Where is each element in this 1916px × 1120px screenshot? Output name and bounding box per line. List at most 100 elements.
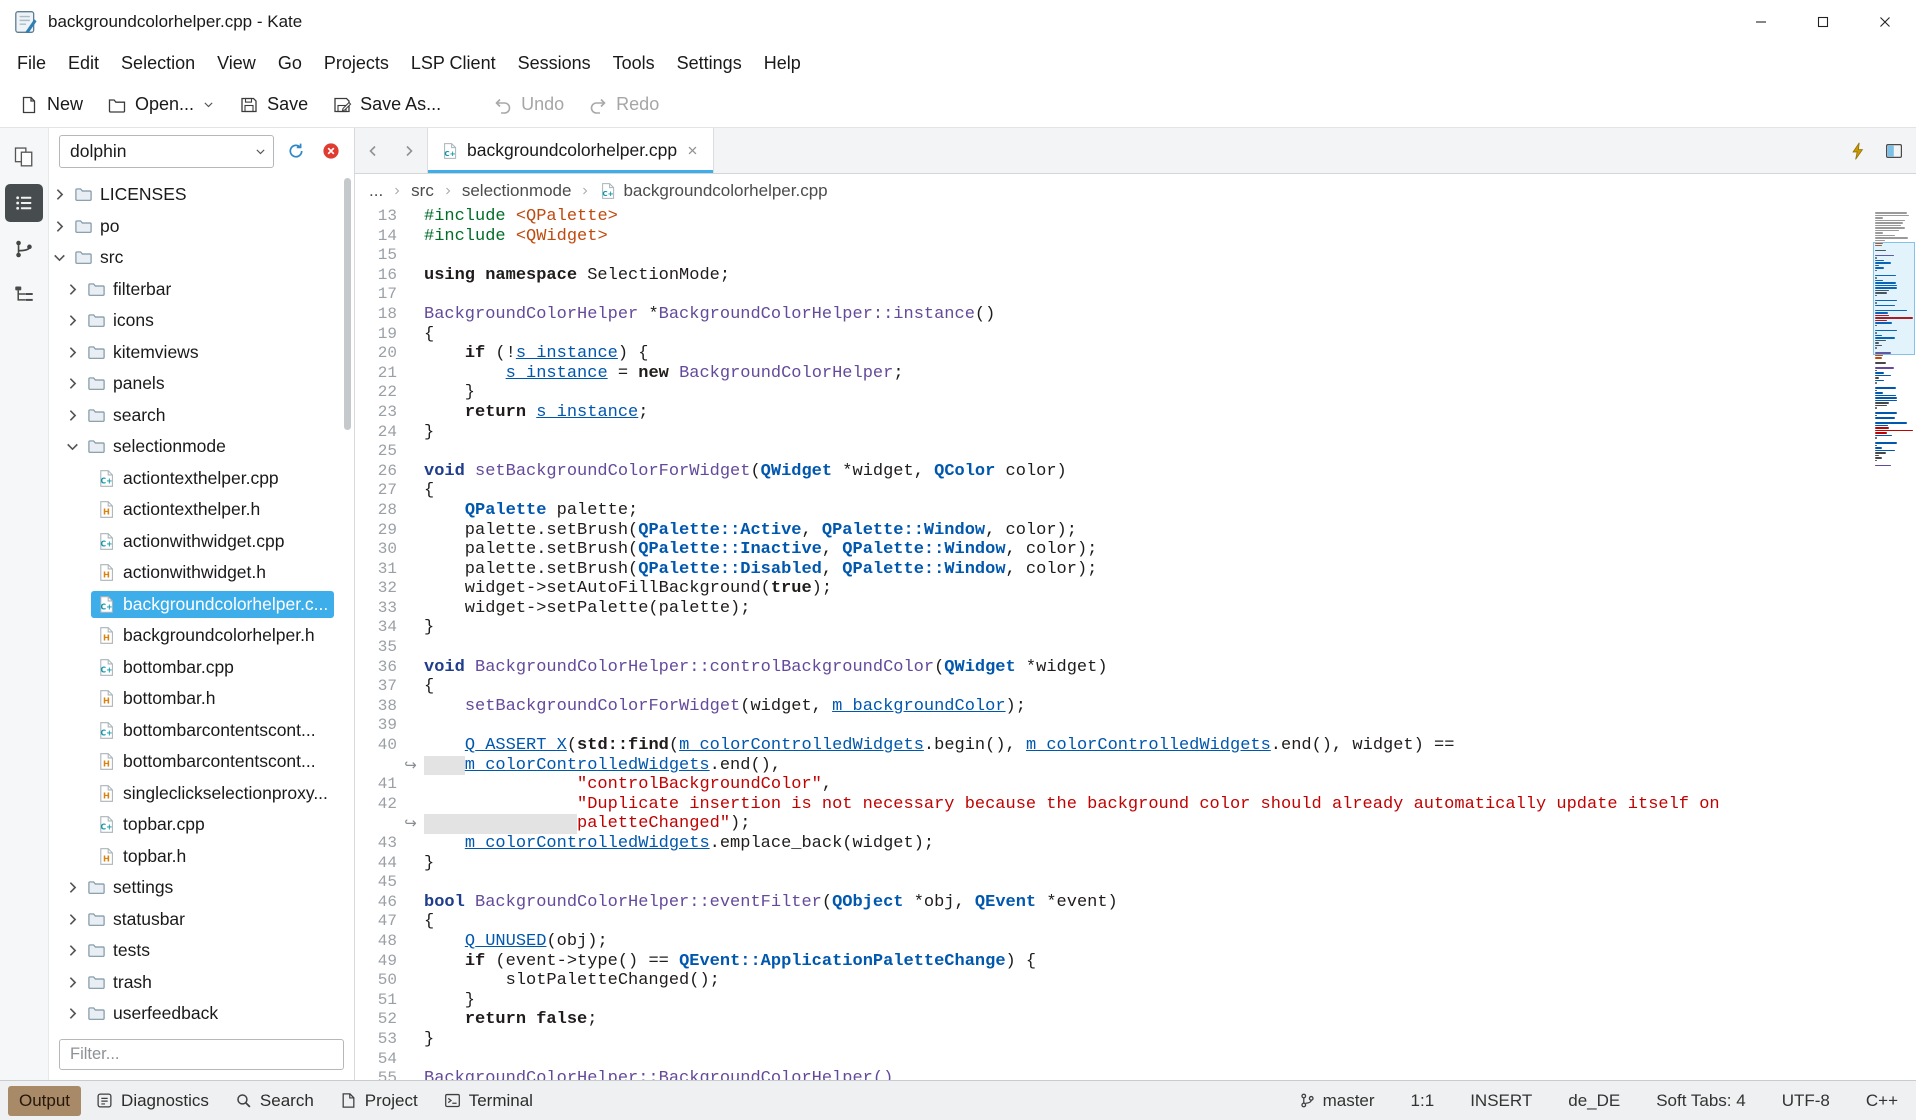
tree-item[interactable]: trash	[49, 967, 354, 999]
collapse-arrow-icon[interactable]	[51, 249, 68, 266]
tree-item[interactable]: Hactionwithwidget.h	[49, 557, 354, 589]
minimap-viewport[interactable]	[1873, 242, 1915, 355]
code-line[interactable]: 53}	[355, 1030, 1872, 1050]
code-area[interactable]: 13#include <QPalette>14#include <QWidget…	[355, 207, 1916, 1080]
undo-button[interactable]: Undo	[482, 87, 575, 122]
code-line[interactable]: 49 if (event->type() == QEvent::Applicat…	[355, 952, 1872, 972]
toolview-diagnostics-button[interactable]: Diagnostics	[85, 1086, 220, 1116]
toolview-vcs-button[interactable]	[5, 230, 43, 268]
menu-view[interactable]: View	[206, 48, 267, 79]
code-line[interactable]: 46bool BackgroundColorHelper::eventFilte…	[355, 893, 1872, 913]
code-line[interactable]: 19{	[355, 325, 1872, 345]
expand-arrow-icon[interactable]	[51, 218, 68, 235]
menu-lsp-client[interactable]: LSP Client	[400, 48, 507, 79]
code-line[interactable]: 24}	[355, 423, 1872, 443]
dictionary[interactable]: de_DE	[1568, 1091, 1620, 1111]
save-as-button[interactable]: Save As...	[321, 87, 452, 122]
tree-item[interactable]: statusbar	[49, 904, 354, 936]
code-line[interactable]: 13#include <QPalette>	[355, 207, 1872, 227]
expand-arrow-icon[interactable]	[64, 281, 81, 298]
code-line[interactable]: 32 widget->setAutoFillBackground(true);	[355, 579, 1872, 599]
tree-item[interactable]: C+actiontexthelper.cpp	[49, 463, 354, 495]
tree-item[interactable]: Hbackgroundcolorhelper.h	[49, 620, 354, 652]
tree-item[interactable]: LICENSES	[49, 179, 354, 211]
tree-item[interactable]: C+bottombar.cpp	[49, 652, 354, 684]
expand-arrow-icon[interactable]	[64, 879, 81, 896]
code-line[interactable]: 30 palette.setBrush(QPalette::Inactive, …	[355, 540, 1872, 560]
code-line[interactable]: 36void BackgroundColorHelper::controlBac…	[355, 658, 1872, 678]
code-line[interactable]: 25	[355, 442, 1872, 462]
input-mode[interactable]: INSERT	[1470, 1091, 1532, 1111]
maximize-button[interactable]	[1792, 0, 1854, 44]
code-line[interactable]: 14#include <QWidget>	[355, 227, 1872, 247]
tree-item[interactable]: filterbar	[49, 274, 354, 306]
tree-item[interactable]: userfeedback	[49, 998, 354, 1030]
new-button[interactable]: New	[8, 87, 94, 122]
expand-arrow-icon[interactable]	[64, 974, 81, 991]
split-view-icon[interactable]	[1884, 141, 1904, 161]
code-line[interactable]: 51 }	[355, 991, 1872, 1011]
code-line[interactable]: 31 palette.setBrush(QPalette::Disabled, …	[355, 560, 1872, 580]
breadcrumb-selectionmode[interactable]: selectionmode	[462, 181, 572, 201]
tree-item[interactable]: Hbottombarcontentscont...	[49, 746, 354, 778]
toolview-documents-button[interactable]	[5, 138, 43, 176]
code-line[interactable]: 27{	[355, 481, 1872, 501]
tab-forward-button[interactable]	[391, 128, 427, 173]
code-line[interactable]: 21 s_instance = new BackgroundColorHelpe…	[355, 364, 1872, 384]
breadcrumb-collapsed[interactable]: ...	[369, 181, 383, 201]
highlight-mode[interactable]: C++	[1866, 1091, 1898, 1111]
menu-projects[interactable]: Projects	[313, 48, 400, 79]
toolview-output-button[interactable]: Output	[8, 1086, 81, 1116]
code-line[interactable]: 44}	[355, 854, 1872, 874]
expand-arrow-icon[interactable]	[64, 911, 81, 928]
menu-sessions[interactable]: Sessions	[507, 48, 602, 79]
code-line[interactable]: 37{	[355, 677, 1872, 697]
lightning-icon[interactable]	[1848, 141, 1868, 161]
tree-item[interactable]: po	[49, 211, 354, 243]
toolview-terminal-button[interactable]: Terminal	[433, 1086, 544, 1116]
code-line[interactable]: 33 widget->setPalette(palette);	[355, 599, 1872, 619]
tree-item[interactable]: selectionmode	[49, 431, 354, 463]
code-line[interactable]: 29 palette.setBrush(QPalette::Active, QP…	[355, 521, 1872, 541]
code-line[interactable]: 23 return s_instance;	[355, 403, 1872, 423]
code-line[interactable]: 16using namespace SelectionMode;	[355, 266, 1872, 286]
expand-arrow-icon[interactable]	[64, 407, 81, 424]
breadcrumb-file[interactable]: C+backgroundcolorhelper.cpp	[599, 181, 827, 201]
tab-close-icon[interactable]	[685, 143, 700, 158]
breadcrumb-src[interactable]: src	[411, 181, 434, 201]
open-button[interactable]: Open...	[96, 87, 226, 122]
tree-item[interactable]: panels	[49, 368, 354, 400]
code-line[interactable]: ↪paletteChanged");	[355, 814, 1872, 834]
minimap[interactable]	[1872, 207, 1916, 1080]
expand-arrow-icon[interactable]	[64, 312, 81, 329]
toolview-project-button[interactable]: Project	[329, 1086, 429, 1116]
encoding[interactable]: UTF-8	[1782, 1091, 1830, 1111]
tree-item[interactable]: C+actionwithwidget.cpp	[49, 526, 354, 558]
expand-arrow-icon[interactable]	[64, 942, 81, 959]
tree-item[interactable]: search	[49, 400, 354, 432]
code-line[interactable]: 52 return false;	[355, 1010, 1872, 1030]
close-button[interactable]	[1854, 0, 1916, 44]
collapse-arrow-icon[interactable]	[64, 438, 81, 455]
code-line[interactable]: 47{	[355, 912, 1872, 932]
menu-file[interactable]: File	[6, 48, 57, 79]
code-line[interactable]: 39	[355, 716, 1872, 736]
redo-button[interactable]: Redo	[577, 87, 670, 122]
tree-item[interactable]: tests	[49, 935, 354, 967]
code-line[interactable]: 38 setBackgroundColorForWidget(widget, m…	[355, 697, 1872, 717]
tree-item[interactable]: Htopbar.h	[49, 841, 354, 873]
code-line[interactable]: 28 QPalette palette;	[355, 501, 1872, 521]
expand-arrow-icon[interactable]	[64, 1005, 81, 1022]
menu-edit[interactable]: Edit	[57, 48, 110, 79]
close-project-button[interactable]	[318, 138, 344, 164]
code-line[interactable]: 45	[355, 873, 1872, 893]
code-line[interactable]: 17	[355, 285, 1872, 305]
tree-item[interactable]: src	[49, 242, 354, 274]
code-line[interactable]: 48 Q_UNUSED(obj);	[355, 932, 1872, 952]
tab-back-button[interactable]	[355, 128, 391, 173]
tree-item[interactable]: Hsingleclickselectionproxy...	[49, 778, 354, 810]
toolview-symbols-button[interactable]	[5, 276, 43, 314]
code-line[interactable]: 43 m_colorControlledWidgets.emplace_back…	[355, 834, 1872, 854]
minimize-button[interactable]	[1730, 0, 1792, 44]
code-line[interactable]: 50 slotPaletteChanged();	[355, 971, 1872, 991]
